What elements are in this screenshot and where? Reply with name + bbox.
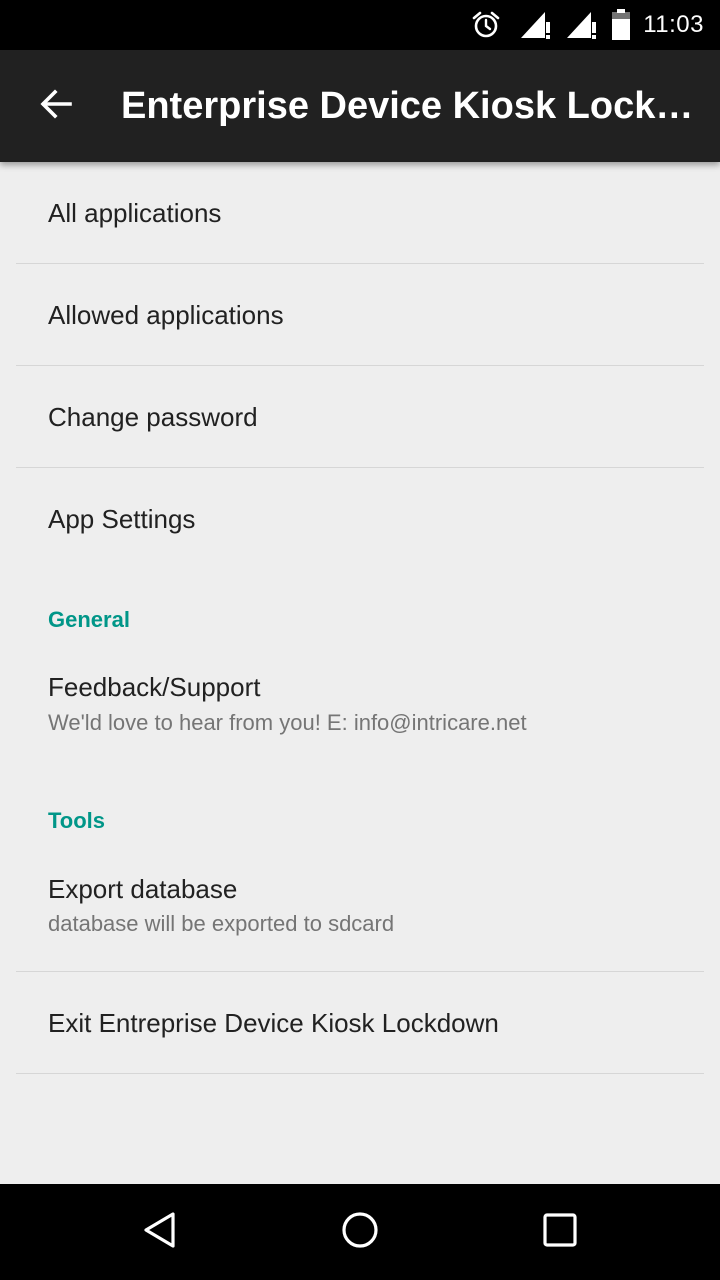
nav-back-button[interactable]	[128, 1200, 192, 1264]
list-item-change-password[interactable]: Change password	[16, 366, 704, 467]
battery-icon	[611, 9, 631, 41]
back-triangle-icon	[140, 1210, 180, 1255]
list-item-allowed-applications[interactable]: Allowed applications	[16, 264, 704, 365]
list-item-exit-app[interactable]: Exit Entreprise Device Kiosk Lockdown	[16, 972, 704, 1073]
list-item-title: App Settings	[48, 504, 196, 534]
back-button[interactable]	[24, 74, 88, 138]
arrow-back-icon	[38, 86, 74, 127]
category-header-general: General	[48, 607, 130, 632]
navigation-bar	[0, 1184, 720, 1280]
alarm-icon	[471, 10, 501, 40]
list-item-title: Export database	[48, 874, 238, 904]
signal-icon	[565, 10, 597, 40]
list-item-app-settings[interactable]: App Settings	[16, 468, 704, 570]
recents-square-icon	[540, 1210, 580, 1255]
list-item-title: Feedback/Support	[48, 672, 261, 702]
list-item-export-database[interactable]: Export database database will be exporte…	[16, 850, 704, 970]
list-item-feedback-support[interactable]: Feedback/Support We'ld love to hear from…	[16, 648, 704, 758]
status-icons: 11:03	[471, 0, 720, 50]
home-circle-icon	[340, 1210, 380, 1255]
status-bar: 11:03	[0, 0, 720, 50]
list-item-title: Change password	[48, 402, 258, 432]
list-item-summary: We'ld love to hear from you! E: info@int…	[48, 710, 527, 735]
page-title: Enterprise Device Kiosk LockD…	[121, 85, 696, 127]
list-item-title: Allowed applications	[48, 300, 284, 330]
status-time: 11:03	[643, 11, 704, 38]
list-item-summary: database will be exported to sdcard	[48, 911, 395, 936]
app-toolbar: Enterprise Device Kiosk LockD…	[0, 50, 720, 162]
list-item-title: Exit Entreprise Device Kiosk Lockdown	[48, 1008, 499, 1038]
divider	[16, 1073, 704, 1074]
nav-home-button[interactable]	[328, 1200, 392, 1264]
settings-list: All applications Allowed applications Ch…	[0, 162, 720, 1184]
nav-recents-button[interactable]	[528, 1200, 592, 1264]
list-item-all-applications[interactable]: All applications	[16, 162, 704, 263]
category-header-tools: Tools	[48, 808, 106, 833]
signal-icon	[519, 10, 551, 40]
list-item-title: All applications	[48, 198, 222, 228]
